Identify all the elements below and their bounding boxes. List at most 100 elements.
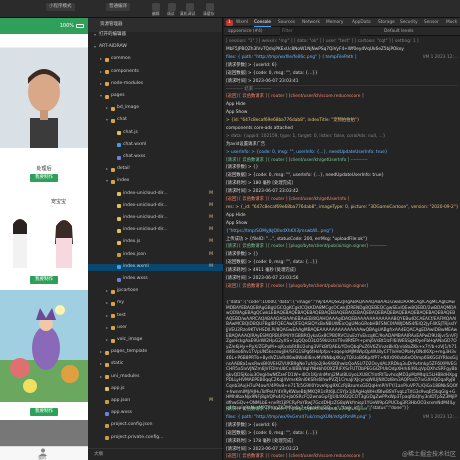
tab-appdata[interactable]: AppData <box>352 18 371 27</box>
make-button[interactable]: 我要制作 <box>30 174 58 182</box>
tab-sensor[interactable]: Sensor <box>424 18 439 27</box>
tree-folder[interactable]: ▾ pages <box>88 93 223 100</box>
tab-wxml[interactable]: Wxml <box>236 18 248 27</box>
compile-select[interactable]: 普通编译 <box>106 3 130 11</box>
tab-security[interactable]: Security <box>400 18 418 27</box>
tree-folder[interactable]: ▸ my <box>88 300 223 307</box>
tree-file[interactable]: chat.js <box>88 130 223 137</box>
chevron-icon[interactable]: ▸ <box>100 69 102 76</box>
log-levels-select[interactable]: Default levels <box>384 27 414 36</box>
tree-file[interactable]: index.wxml M <box>88 263 223 271</box>
tab-sources[interactable]: Sources <box>278 18 295 27</box>
tree-folder[interactable]: ▸ test <box>88 313 223 320</box>
tree-file[interactable]: chat.wxss <box>88 154 223 161</box>
tree-item-label: detail <box>117 166 130 172</box>
tree-section[interactable]: ▾ ART-AIDRAW <box>88 44 223 51</box>
js-file-icon <box>117 228 121 233</box>
tree-folder[interactable]: ▸ detail <box>88 166 223 173</box>
chevron-icon[interactable]: ▸ <box>106 300 108 307</box>
chevron-icon[interactable]: ▸ <box>106 325 108 332</box>
toolbar-edit-label[interactable]: 编辑 <box>152 10 160 18</box>
tree-file[interactable]: project.private.config... <box>88 435 223 442</box>
tree-file[interactable]: index-unicloud-dir... M <box>88 203 223 210</box>
chevron-icon[interactable]: ▾ <box>94 44 96 51</box>
tab-network[interactable]: Network <box>302 18 320 27</box>
console-line: > userInfo: > {code: 0, msg: "", userInf… <box>226 149 458 156</box>
console-line-text: [请求] [ 云函数请求 ] [ router ] [plugs/byte/cl… <box>226 244 387 250</box>
tree-item-label: project.private.config... <box>111 434 164 440</box>
tree-file[interactable]: app.wxss <box>88 410 223 417</box>
tree-section[interactable]: ▾ 打开的编辑器 <box>88 32 223 39</box>
tree-item-label: bd_image <box>117 105 139 111</box>
folder-icon <box>111 289 115 294</box>
tree-item-label: index-unicloud-dir... <box>123 202 168 208</box>
mode-select[interactable]: 小程序模式 <box>46 3 75 11</box>
chevron-icon[interactable]: ▸ <box>106 105 108 112</box>
tree-item-label: project.config.json <box>111 422 153 428</box>
chevron-icon[interactable]: ▸ <box>106 288 108 295</box>
chevron-icon[interactable]: ▾ <box>106 178 108 185</box>
tree-item-label: jpcartoon <box>117 288 139 294</box>
filter-input[interactable]: Filter <box>280 27 360 36</box>
tree-folder[interactable]: ▸ bd_image <box>88 105 223 112</box>
make-button[interactable]: 我要制作 <box>30 276 58 284</box>
console-source-link[interactable]: VM 1 2023 12:... <box>420 413 458 421</box>
outline-section[interactable]: 大纲 <box>88 448 223 460</box>
console-filter-bar: appservice (#4) Filter Default levels <box>224 27 460 36</box>
js-file-icon <box>117 204 121 209</box>
tree-file[interactable]: app.js <box>88 386 223 393</box>
tree-folder[interactable]: ▸ common <box>88 56 223 63</box>
folder-icon <box>111 179 115 184</box>
tree-file[interactable]: chat.wxml <box>88 142 223 149</box>
tree-folder[interactable]: ▸ node-modules <box>88 81 223 88</box>
toolbar-real-device-label[interactable]: 真机调试 <box>180 10 195 18</box>
tab-storage[interactable]: Storage <box>378 18 395 27</box>
tab-my[interactable]: 我的 <box>38 455 46 460</box>
card-caption: 处理后 <box>36 166 52 172</box>
tree-folder[interactable]: ▸ pages_template <box>88 349 223 356</box>
tree-folder[interactable]: ▸ components <box>88 69 223 76</box>
tree-file[interactable]: app.json M <box>88 398 223 405</box>
console-source-link[interactable]: VM 1 2023 12:... <box>420 53 458 61</box>
console-line-text: [请求时间] > 2023-06-07 23:03:42 <box>226 189 299 195</box>
tree-folder[interactable]: ▾ index <box>88 178 223 185</box>
devtools-tabs: 1 Wxml Console Sources Network Memory AppData… <box>224 18 460 27</box>
toolbar-debug-label[interactable]: 调试 <box>167 10 175 18</box>
tree-file[interactable]: index-unicloud-dir... M <box>88 227 223 234</box>
chevron-icon[interactable]: ▾ <box>100 93 102 100</box>
chevron-icon[interactable]: ▾ <box>106 117 108 124</box>
tab-console[interactable]: Console <box>254 18 272 27</box>
context-select[interactable]: appservice (#4) <box>228 27 263 36</box>
tree-file[interactable]: index.wxss <box>88 276 223 283</box>
tree-file[interactable]: index-unicloud-dir... M <box>88 191 223 198</box>
toolbar-clear-cache-label[interactable]: 清缓存 <box>203 10 214 18</box>
tab-mock[interactable]: Mock <box>446 18 457 27</box>
tree-folder[interactable]: ▸ volc_image <box>88 337 223 344</box>
chevron-icon[interactable]: ▸ <box>106 166 108 173</box>
folder-icon <box>105 57 109 62</box>
tree-file[interactable]: index.js M <box>88 239 223 246</box>
chevron-icon[interactable]: ▸ <box>100 361 102 368</box>
chevron-icon[interactable]: ▸ <box>106 337 108 344</box>
chevron-icon[interactable]: ▸ <box>106 313 108 320</box>
tab-memory[interactable]: Memory <box>326 18 343 27</box>
tree-folder[interactable]: ▸ user <box>88 325 223 332</box>
console-line: [返回数据] > {code: 0, msg: "", data: {...}} <box>226 259 458 266</box>
chevron-icon[interactable]: ▸ <box>100 56 102 63</box>
console-line-text: [返回] [ 云函数请求 ] [ router ] [plugs/byte/cl… <box>226 283 368 289</box>
tree-file[interactable]: project.config.json <box>88 422 223 429</box>
tree-file[interactable]: index-unicloud-dir... M <box>88 215 223 222</box>
chevron-icon[interactable]: ▸ <box>100 81 102 88</box>
folder-icon <box>105 94 109 99</box>
tree-folder[interactable]: ▸ uni_modules <box>88 374 223 381</box>
js-file-icon <box>117 240 121 245</box>
make-button[interactable]: 我要制作 <box>30 408 58 416</box>
folder-icon <box>105 350 109 355</box>
tree-file[interactable]: index.json M <box>88 252 223 259</box>
tree-folder[interactable]: ▾ chat <box>88 117 223 124</box>
tree-folder[interactable]: ▸ jpcartoon <box>88 288 223 295</box>
tree-folder[interactable]: ▸ static <box>88 361 223 368</box>
chevron-icon[interactable]: ▸ <box>100 374 102 381</box>
chevron-icon[interactable]: ▸ <box>100 349 102 356</box>
chevron-icon[interactable]: ▾ <box>94 32 96 39</box>
